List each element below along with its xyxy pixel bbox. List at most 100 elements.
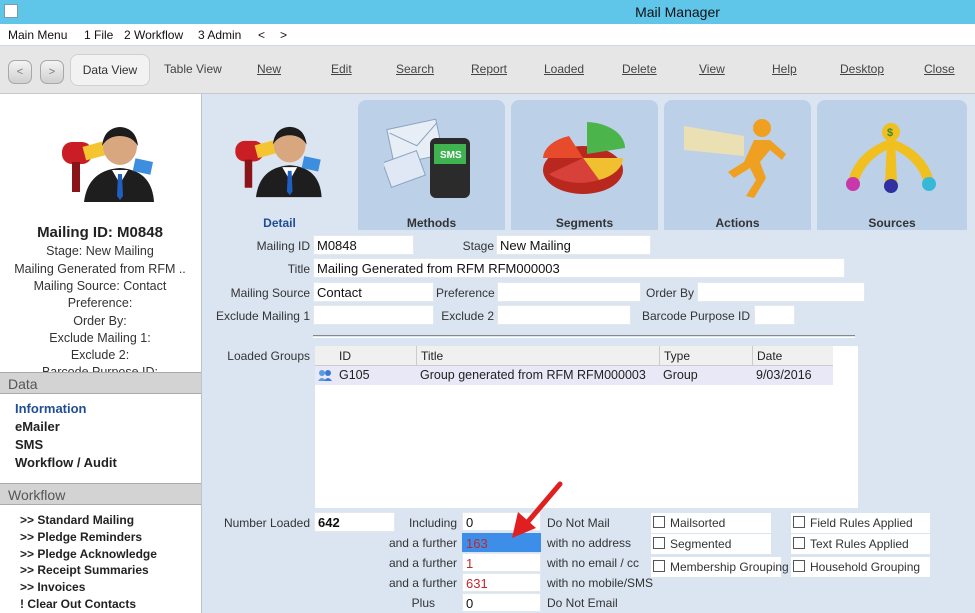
svg-text:SMS: SMS bbox=[440, 150, 462, 161]
edit-button[interactable]: Edit bbox=[331, 62, 352, 76]
sidebar-item-standard-mailing[interactable]: >> Standard Mailing bbox=[20, 513, 134, 527]
menu-workflow[interactable]: 2 Workflow bbox=[124, 28, 183, 42]
row-type: Group bbox=[663, 368, 698, 382]
barcode-purpose-label: Barcode Purpose ID bbox=[641, 309, 750, 323]
help-button[interactable]: Help bbox=[772, 62, 797, 76]
sidebar-item-pledge-acknowledge[interactable]: >> Pledge Acknowledge bbox=[20, 547, 157, 561]
loaded-button[interactable]: Loaded bbox=[544, 62, 584, 76]
column-header-id[interactable]: ID bbox=[339, 349, 351, 363]
text-rules-applied-checkbox[interactable] bbox=[793, 537, 805, 549]
segmented-checkbox[interactable] bbox=[653, 537, 665, 549]
including-label: Including bbox=[408, 516, 457, 530]
preference-field[interactable] bbox=[497, 282, 641, 302]
summary-title: Mailing Generated from RFM .. bbox=[14, 262, 186, 276]
row-date: 9/03/2016 bbox=[756, 368, 812, 382]
sidebar-item-invoices[interactable]: >> Invoices bbox=[20, 580, 85, 594]
close-button[interactable]: Close bbox=[924, 62, 955, 76]
table-view-button[interactable]: Table View bbox=[164, 62, 222, 76]
exclude2-field[interactable] bbox=[497, 305, 631, 325]
tab-sources-label: Sources bbox=[868, 216, 916, 230]
data-view-button[interactable]: Data View bbox=[70, 54, 150, 86]
mailing-source-field[interactable]: Contact bbox=[313, 282, 434, 302]
exclude1-field[interactable] bbox=[313, 305, 434, 325]
back-button[interactable]: < bbox=[8, 60, 32, 84]
sources-icon: $ bbox=[846, 123, 936, 193]
membership-grouping-label: Membership Grouping bbox=[670, 560, 789, 574]
household-grouping-label: Household Grouping bbox=[810, 560, 921, 574]
sidebar-item-workflow-audit[interactable]: Workflow / Audit bbox=[15, 455, 117, 470]
preference-label: Preference bbox=[436, 286, 495, 300]
tab-segments[interactable]: Segments bbox=[511, 100, 658, 230]
tab-detail[interactable]: Detail bbox=[206, 100, 353, 230]
desktop-button[interactable]: Desktop bbox=[840, 62, 884, 76]
no-email-text: with no email / cc bbox=[547, 556, 640, 570]
forward-button[interactable]: > bbox=[40, 60, 64, 84]
tab-methods[interactable]: SMS Methods bbox=[358, 100, 505, 230]
mailing-source-label: Mailing Source bbox=[230, 286, 310, 300]
summary-heading: Mailing ID: M0848 bbox=[37, 224, 163, 241]
sidebar-item-receipt-summaries[interactable]: >> Receipt Summaries bbox=[20, 563, 149, 577]
mailbox-person-icon bbox=[235, 126, 322, 198]
sidebar-item-clear-out-contacts[interactable]: ! Clear Out Contacts bbox=[20, 597, 136, 611]
sidebar-item-emailer[interactable]: eMailer bbox=[15, 419, 60, 434]
row-id: G105 bbox=[339, 368, 370, 382]
exclude1-label: Exclude Mailing 1 bbox=[215, 309, 310, 323]
summary-stage: Stage: New Mailing bbox=[46, 244, 154, 258]
tab-detail-label: Detail bbox=[263, 216, 296, 230]
exclude2-label: Exclude 2 bbox=[441, 309, 494, 323]
column-header-date[interactable]: Date bbox=[752, 346, 833, 366]
mailsorted-checkbox[interactable] bbox=[653, 516, 665, 528]
sidebar-item-pledge-reminders[interactable]: >> Pledge Reminders bbox=[20, 530, 142, 544]
menu-file[interactable]: 1 File bbox=[84, 28, 113, 42]
group-icon bbox=[318, 370, 332, 381]
mailing-id-label: Mailing ID bbox=[256, 239, 310, 253]
field-rules-applied-label: Field Rules Applied bbox=[810, 516, 913, 530]
pie-chart-icon bbox=[543, 122, 625, 194]
new-button[interactable]: New bbox=[257, 62, 281, 76]
barcode-purpose-field[interactable] bbox=[754, 305, 795, 325]
field-rules-applied-checkbox[interactable] bbox=[793, 516, 805, 528]
column-header-type[interactable]: Type bbox=[659, 346, 694, 366]
further-label-1: and a further bbox=[388, 536, 457, 550]
title-field[interactable]: Mailing Generated from RFM RFM000003 bbox=[313, 258, 845, 278]
column-header-title[interactable]: Title bbox=[416, 346, 447, 366]
stage-label: Stage bbox=[462, 239, 494, 253]
loaded-groups-table: ID Title Type Date G105 Group generated … bbox=[315, 346, 858, 508]
title-bar: Mail Manager bbox=[0, 0, 975, 24]
menu-bar: Main Menu 1 File 2 Workflow 3 Admin < > bbox=[0, 24, 975, 46]
mailing-id-field[interactable]: M0848 bbox=[313, 235, 414, 255]
running-figure-icon bbox=[684, 119, 786, 198]
email-sms-icon: SMS bbox=[384, 118, 470, 198]
sidebar-item-information[interactable]: Information bbox=[15, 401, 87, 416]
sidebar-item-sms[interactable]: SMS bbox=[15, 437, 43, 452]
delete-button[interactable]: Delete bbox=[622, 62, 657, 76]
summary-order-by: Order By: bbox=[73, 314, 127, 328]
further-label-2: and a further bbox=[388, 556, 457, 570]
stage-field[interactable]: New Mailing bbox=[496, 235, 651, 255]
tab-methods-label: Methods bbox=[406, 216, 457, 230]
search-button[interactable]: Search bbox=[396, 62, 434, 76]
loaded-groups-label: Loaded Groups bbox=[227, 349, 310, 363]
menu-main[interactable]: Main Menu bbox=[8, 28, 67, 42]
membership-grouping-checkbox[interactable] bbox=[653, 560, 665, 572]
menu-admin[interactable]: 3 Admin bbox=[198, 28, 241, 42]
text-rules-applied-label: Text Rules Applied bbox=[810, 537, 909, 551]
number-loaded-field: 642 bbox=[314, 512, 395, 532]
no-mobile-text: with no mobile/SMS bbox=[547, 576, 654, 590]
summary-preference: Preference: bbox=[67, 296, 133, 310]
household-grouping-checkbox[interactable] bbox=[793, 560, 805, 572]
menu-back-arrow[interactable]: < bbox=[258, 28, 265, 42]
tab-actions[interactable]: Actions bbox=[664, 100, 811, 230]
menu-forward-arrow[interactable]: > bbox=[280, 28, 287, 42]
order-by-label: Order By bbox=[645, 286, 694, 300]
report-button[interactable]: Report bbox=[471, 62, 507, 76]
data-section-header: Data bbox=[0, 372, 201, 394]
mailsorted-label: Mailsorted bbox=[670, 516, 726, 530]
plus-label: Plus bbox=[411, 596, 435, 610]
view-button[interactable]: View bbox=[699, 62, 725, 76]
window-title: Mail Manager bbox=[635, 4, 720, 20]
order-by-field[interactable] bbox=[697, 282, 865, 302]
table-row[interactable]: G105 Group generated from RFM RFM000003 … bbox=[315, 366, 833, 385]
divider bbox=[313, 335, 855, 338]
tab-sources[interactable]: $ Sources bbox=[817, 100, 967, 230]
